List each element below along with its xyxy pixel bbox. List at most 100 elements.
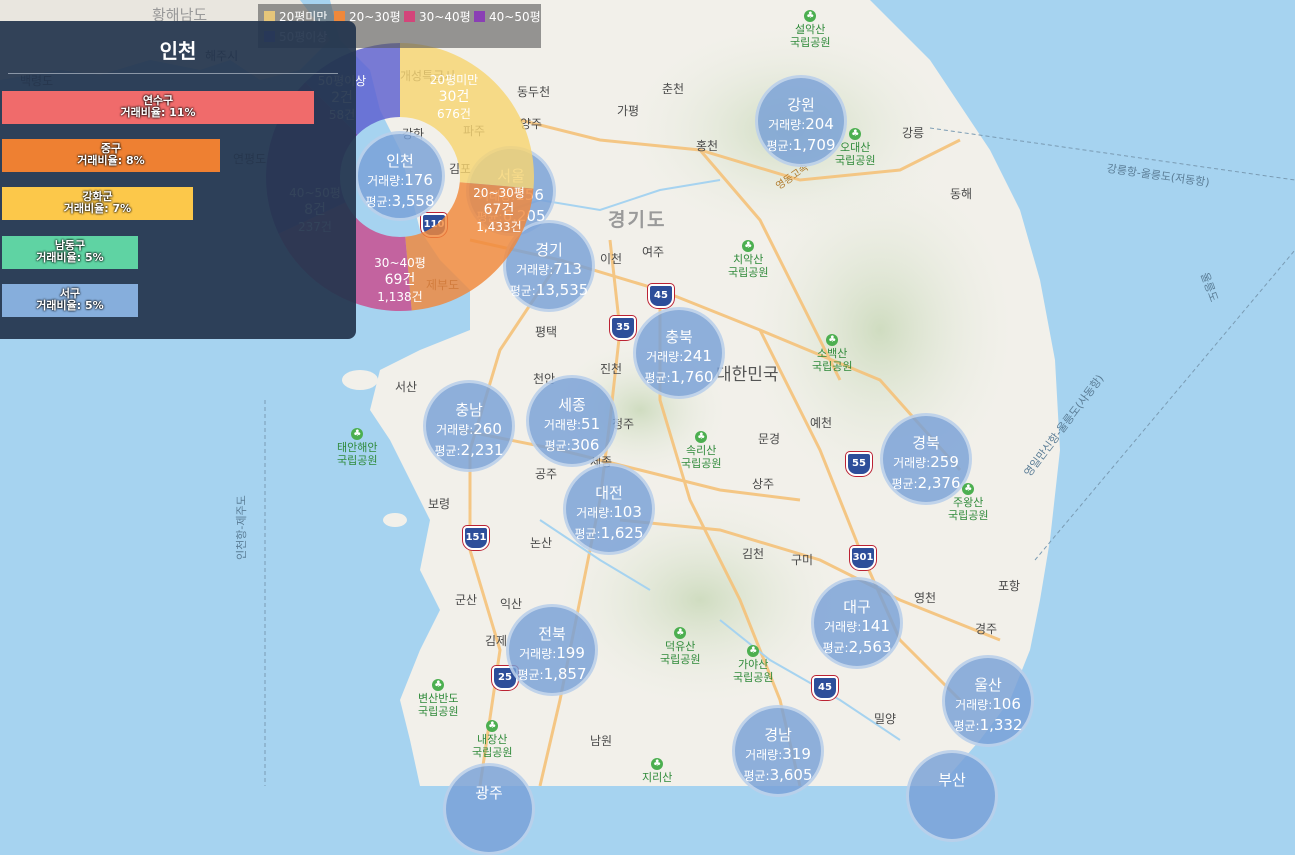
bubble-average-value: 13,535 xyxy=(535,281,589,299)
panel-title: 인천 xyxy=(159,39,197,63)
region-bubble-대전[interactable]: 대전거래량:103 평균:1,625 xyxy=(563,463,655,555)
place-label: 남원 xyxy=(590,734,613,748)
region-bubble-세종[interactable]: 세종 거래량:51 평균:306 xyxy=(526,375,618,467)
bubble-average: 평균:1,760 xyxy=(636,367,722,388)
region-bubble-부산[interactable]: 부산 xyxy=(906,750,998,842)
park-tree-icon: ♣ xyxy=(826,334,839,346)
bubble-average-label: 평균: xyxy=(822,641,849,655)
bubble-average-label: 평균: xyxy=(544,439,571,453)
bubble-volume-label: 거래량: xyxy=(543,418,582,432)
park-tree-icon: ♣ xyxy=(674,627,687,639)
bubble-volume-label: 거래량: xyxy=(519,647,557,661)
park-tree-icon: ♣ xyxy=(651,758,664,770)
bubble-region-name: 경남 xyxy=(764,726,792,744)
donut-segment-label: 20~30평 67건 1,433건 xyxy=(454,185,544,236)
bubble-average-label: 평균: xyxy=(434,444,461,458)
bubble-volume: 거래량:259 xyxy=(883,452,969,473)
bubble-average-label: 평균: xyxy=(574,527,601,541)
bubble-average: 평균:1,332 xyxy=(945,715,1031,736)
place-label: 영천 xyxy=(914,591,937,605)
place-label: 홍천 xyxy=(696,139,719,153)
bubble-average-value: 1,760 xyxy=(670,368,714,386)
bubble-region-name: 부산 xyxy=(938,771,966,789)
park-name: 소백산 국립공원 xyxy=(812,347,853,373)
park-label: ♣ 치악산 국립공원 xyxy=(728,240,768,279)
region-bubble-강원[interactable]: 강원 거래량:204 평균:1,709 xyxy=(755,75,847,167)
park-name: 지리산 xyxy=(642,771,673,784)
bubble-average-label: 평균: xyxy=(953,719,980,733)
bubble-average: 평균:2,231 xyxy=(426,440,512,461)
park-tree-icon: ♣ xyxy=(486,720,499,732)
bubble-volume: 거래량:141 xyxy=(814,616,900,637)
legend-label: 30~40평 xyxy=(419,10,471,24)
district-bar-강화군[interactable]: 강화군 거래비율: 7% xyxy=(2,187,193,220)
place-label: 동해 xyxy=(950,187,973,201)
road-shield-icon: 55 xyxy=(846,452,872,476)
district-bar-남동구[interactable]: 남동구 거래비율: 5% xyxy=(2,236,138,269)
segment-size-label: 20평미만 xyxy=(429,73,479,87)
bubble-volume-value: 204 xyxy=(805,115,834,133)
bubble-volume-value: 713 xyxy=(553,260,582,278)
region-bubble-울산[interactable]: 울산 거래량:106 평균:1,332 xyxy=(942,655,1034,747)
bubble-volume-label: 거래량: xyxy=(436,423,474,437)
bubble-average: 평균:1,857 xyxy=(509,664,595,685)
park-name: 변산반도 국립공원 xyxy=(418,692,459,718)
bubble-volume: 거래량:241 xyxy=(636,346,722,367)
park-label: ♣ 태안해안 국립공원 xyxy=(337,428,377,467)
park-tree-icon: ♣ xyxy=(695,431,708,443)
place-label: 평택 xyxy=(535,325,558,339)
bubble-volume-value: 241 xyxy=(683,347,712,365)
bubble-volume-value: 106 xyxy=(992,695,1021,713)
bubble-volume-label: 거래량: xyxy=(576,506,614,520)
bubble-volume-value: 141 xyxy=(861,617,890,635)
bubble-average-value: 1,332 xyxy=(979,716,1023,734)
place-label: 보령 xyxy=(428,497,451,511)
region-bubble-전북[interactable]: 전북 거래량:199 평균:1,857 xyxy=(506,604,598,696)
bubble-average: 평균:1,709 xyxy=(758,135,844,156)
place-label: 군산 xyxy=(455,593,478,607)
park-label: ♣ 소백산 국립공원 xyxy=(812,334,852,373)
bubble-region-name: 대전 xyxy=(595,484,623,502)
bubble-volume: 거래량:199 xyxy=(509,643,595,664)
region-bubble-경남[interactable]: 경남 거래량:319 평균:3,605 xyxy=(732,705,824,797)
district-ratio: 거래비율: 8% xyxy=(77,154,145,167)
bubble-average: 평균:2,376 xyxy=(883,473,969,494)
district-bar-연수구[interactable]: 연수구 거래비율: 11% xyxy=(2,91,314,124)
bubble-average-value: 1,625 xyxy=(600,524,644,542)
bubble-average-label: 평균: xyxy=(891,477,918,491)
park-tree-icon: ♣ xyxy=(849,128,862,140)
place-label: 김천 xyxy=(742,547,765,561)
park-name: 내장산 국립공원 xyxy=(472,733,513,759)
legend-item-40~50평[interactable]: 40~50평 xyxy=(474,8,541,25)
bubble-volume-value: 103 xyxy=(613,503,642,521)
district-ratio: 거래비율: 5% xyxy=(36,251,104,264)
park-label: ♣ 변산반도 국립공원 xyxy=(418,679,458,718)
legend-item-30~40평[interactable]: 30~40평 xyxy=(404,8,471,25)
place-label: 익산 xyxy=(500,597,523,611)
bubble-average: 평균:306 xyxy=(529,435,615,456)
place-label: 대한민국 xyxy=(716,365,779,385)
park-label: ♣ 설악산 국립공원 xyxy=(790,10,830,49)
bubble-average-value: 1,857 xyxy=(543,665,587,683)
region-bubble-충북[interactable]: 충북 거래량:241 평균:1,760 xyxy=(633,307,725,399)
district-bar-서구[interactable]: 서구 거래비율: 5% xyxy=(2,284,138,317)
bubble-volume-value: 319 xyxy=(782,745,811,763)
segment-count: 30건 xyxy=(438,89,470,105)
panel-divider xyxy=(8,73,338,74)
region-bubble-광주[interactable]: 광주 xyxy=(443,763,535,855)
bubble-region-name: 경북 xyxy=(912,434,940,452)
bubble-average-value: 306 xyxy=(570,436,600,454)
park-label: ♣ 내장산 국립공원 xyxy=(472,720,512,759)
segment-size-label: 30~40평 xyxy=(374,256,426,270)
sea-route-label: 인천항-제주도 xyxy=(235,495,248,560)
park-name: 치악산 국립공원 xyxy=(728,253,769,279)
place-label: 포항 xyxy=(998,579,1021,593)
park-tree-icon: ♣ xyxy=(742,240,755,252)
region-bubble-경북[interactable]: 경북 거래량:259 평균:2,376 xyxy=(880,413,972,505)
region-bubble-대구[interactable]: 대구 거래량:141 평균:2,563 xyxy=(811,577,903,669)
bubble-volume-value: 199 xyxy=(556,644,585,662)
region-bubble-충남[interactable]: 충남 거래량:260 평균:2,231 xyxy=(423,380,515,472)
place-label: 예천 xyxy=(810,416,833,430)
road-shield-icon: 151 xyxy=(463,526,489,550)
district-bar-중구[interactable]: 중구 거래비율: 8% xyxy=(2,139,220,172)
